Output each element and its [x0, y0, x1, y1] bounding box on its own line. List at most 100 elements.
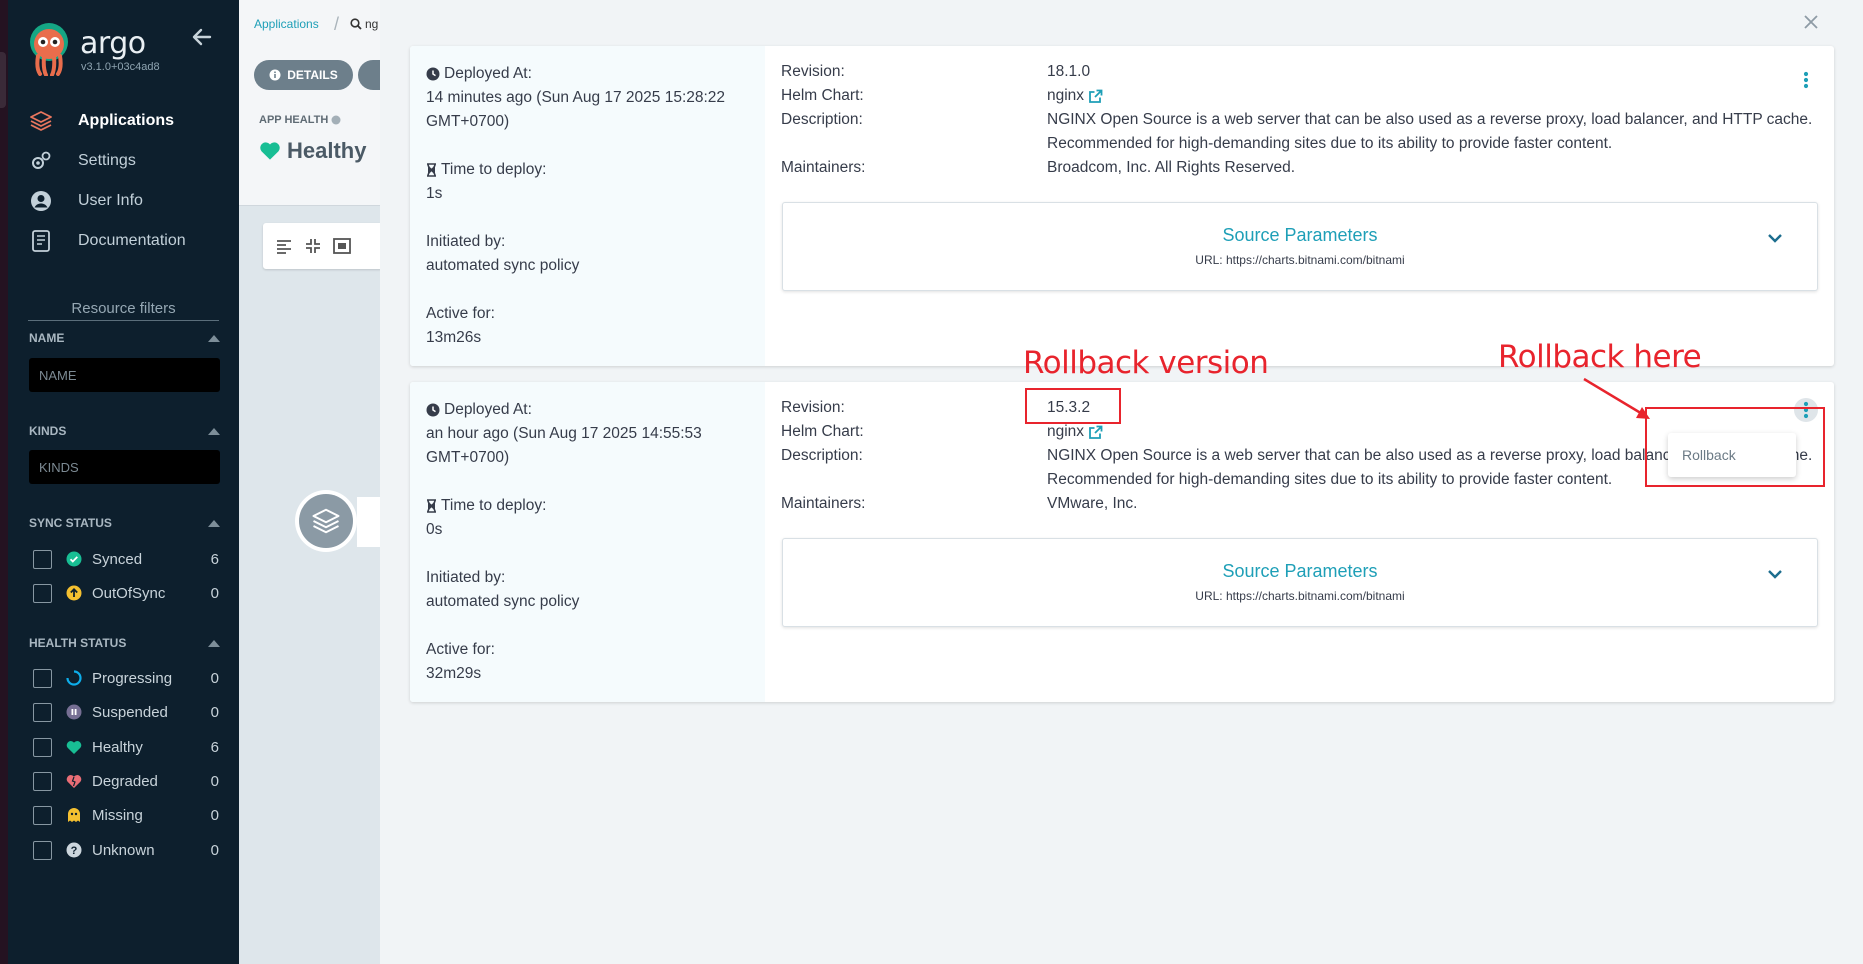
breadcrumb-current[interactable]: ng: [350, 17, 378, 31]
breadcrumb-current-label: ng: [365, 17, 379, 31]
time-to-deploy-value: 1s: [426, 185, 443, 202]
revision-label: Revision:: [781, 399, 845, 416]
checkbox[interactable]: [33, 702, 52, 722]
history-item-menu-button[interactable]: [1794, 68, 1818, 92]
align-left-icon[interactable]: [275, 238, 293, 254]
helm-chart-link[interactable]: nginx: [1047, 84, 1831, 108]
sync-status-header[interactable]: SYNC STATUS: [29, 516, 220, 530]
deployed-at-value: 14 minutes ago (Sun Aug 17 2025 15:28:22…: [426, 89, 726, 130]
version-label: v3.1.0+03c4ad8: [81, 61, 160, 73]
health-status-header[interactable]: HEALTH STATUS: [29, 636, 220, 650]
filter-healthy[interactable]: Healthy 6: [33, 736, 219, 758]
chevron-down-icon[interactable]: [1767, 233, 1783, 243]
clock-icon: [426, 403, 440, 417]
health-value: Healthy: [287, 138, 367, 163]
collapse-up-icon: [208, 519, 220, 527]
filter-count: 0: [210, 703, 219, 721]
filter-count: 0: [210, 806, 219, 824]
time-to-deploy-label: Time to deploy:: [441, 161, 547, 178]
filter-missing[interactable]: Missing 0: [33, 804, 219, 826]
filter-degraded[interactable]: Degraded 0: [33, 770, 219, 792]
filter-outofsync[interactable]: OutOfSync 0: [33, 582, 219, 604]
history-item-2: Deployed At: an hour ago (Sun Aug 17 202…: [410, 382, 1834, 702]
app-node[interactable]: [295, 490, 357, 552]
kinds-filter-header[interactable]: KINDS: [29, 424, 220, 438]
nav-label: Applications: [78, 112, 175, 129]
annotation-revision-box: [1025, 388, 1121, 424]
time-to-deploy-label: Time to deploy:: [441, 497, 547, 514]
suspended-pause-icon: [66, 704, 82, 720]
source-parameters-panel[interactable]: Source Parameters URL: https://charts.bi…: [782, 538, 1818, 627]
checkbox[interactable]: [33, 737, 52, 757]
synced-check-icon: [66, 551, 82, 567]
resource-filters-title: Resource filters: [28, 300, 219, 321]
filter-label: Missing: [92, 806, 143, 824]
hourglass-icon: [427, 163, 436, 177]
chevron-down-icon[interactable]: [1767, 569, 1783, 579]
checkbox[interactable]: [33, 668, 52, 688]
deployed-at-value: an hour ago (Sun Aug 17 2025 14:55:53 GM…: [426, 425, 702, 466]
clock-icon: [426, 67, 440, 81]
filter-count: 6: [210, 550, 219, 568]
progressing-spinner-icon: [66, 670, 82, 686]
nav-applications[interactable]: Applications: [28, 106, 228, 136]
annotation-rollback-box: [1645, 407, 1825, 487]
filter-label: HEALTH STATUS: [29, 636, 127, 650]
layers-icon: [312, 508, 340, 534]
breadcrumb-applications[interactable]: Applications: [254, 17, 319, 31]
info-icon: [269, 69, 281, 81]
maintainers-row: Maintainers: Broadcom, Inc. All Rights Re…: [781, 156, 1831, 180]
app-health-status: Healthy: [259, 138, 366, 164]
help-icon: [331, 115, 341, 125]
fit-screen-icon[interactable]: [333, 238, 351, 254]
name-filter-input[interactable]: [29, 358, 220, 392]
revision-value: 18.1.0: [1047, 63, 1091, 80]
history-item-details: Revision: 18.1.0 Helm Chart: nginx Descrip…: [765, 46, 1834, 366]
checkbox[interactable]: [33, 805, 52, 825]
active-for-label: Active for:: [426, 305, 495, 322]
description-label: Description:: [781, 111, 863, 128]
healthy-heart-icon: [260, 142, 280, 160]
checkbox[interactable]: [33, 771, 52, 791]
hourglass-icon: [427, 499, 436, 513]
history-panel: Deployed At: 14 minutes ago (Sun Aug 17 …: [380, 0, 1863, 964]
collapse-up-icon: [208, 334, 220, 342]
source-parameters-panel[interactable]: Source Parameters URL: https://charts.bi…: [782, 202, 1818, 291]
nav-user-info[interactable]: User Info: [28, 186, 228, 216]
compress-icon[interactable]: [305, 238, 321, 254]
description-label: Description:: [781, 447, 863, 464]
name-filter-header[interactable]: NAME: [29, 331, 220, 345]
app-health-label: APP HEALTH: [259, 114, 341, 126]
gears-icon: [28, 149, 54, 173]
revision-label: Revision:: [781, 63, 845, 80]
filter-count: 0: [210, 841, 219, 859]
filter-suspended[interactable]: Suspended 0: [33, 701, 219, 723]
nav-settings[interactable]: Settings: [28, 146, 228, 176]
initiated-by-label: Initiated by:: [426, 569, 506, 586]
checkbox[interactable]: [33, 840, 52, 860]
filter-synced[interactable]: Synced 6: [33, 548, 219, 570]
checkbox[interactable]: [33, 549, 52, 569]
filter-progressing[interactable]: Progressing 0: [33, 667, 219, 689]
app-node-inner: [299, 494, 353, 548]
brand-name: argo: [80, 26, 146, 61]
outofsync-arrow-icon: [66, 585, 82, 601]
checkbox[interactable]: [33, 583, 52, 603]
active-for-value: 32m29s: [426, 665, 482, 682]
nav-documentation[interactable]: Documentation: [28, 226, 228, 256]
collapse-sidebar-button[interactable]: [192, 28, 212, 46]
missing-ghost-icon: [66, 807, 82, 823]
kinds-filter-input[interactable]: [29, 450, 220, 484]
filter-label: OutOfSync: [92, 584, 166, 602]
filter-unknown[interactable]: ? Unknown 0: [33, 839, 219, 861]
filter-label: NAME: [29, 331, 65, 345]
app-health-text: APP HEALTH: [259, 114, 329, 126]
close-panel-button[interactable]: [1803, 14, 1819, 30]
details-button[interactable]: DETAILS: [254, 60, 353, 90]
nav-label: Documentation: [78, 232, 186, 249]
helm-chart-row: Helm Chart: nginx: [781, 84, 1831, 108]
argo-logo-icon: [28, 22, 70, 76]
active-for-label: Active for:: [426, 641, 495, 658]
external-link-icon: [1089, 425, 1103, 439]
degraded-broken-heart-icon: [66, 774, 82, 789]
